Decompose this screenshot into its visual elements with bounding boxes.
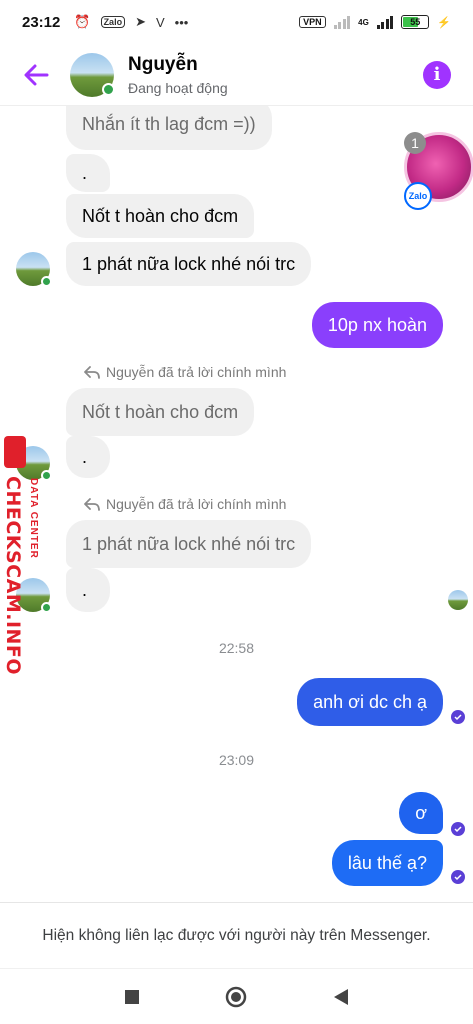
square-icon: [125, 989, 140, 1004]
reply-indicator-text: Nguyễn đã trả lời chính mình: [106, 496, 287, 512]
message-bubble-outgoing[interactable]: 10p nx hoàn: [311, 302, 443, 348]
message-bubble-outgoing[interactable]: ơ: [399, 792, 443, 834]
system-navigation-bar: [0, 968, 473, 1024]
message-bubble-incoming[interactable]: .: [66, 154, 110, 192]
messenger-screen: 23:12 ⏰ Zalo ➤ V ••• VPN 4G 55 ⚡ Nguyễn …: [0, 0, 473, 1024]
info-icon: i: [433, 64, 441, 85]
floating-chat-head[interactable]: 1 Zalo: [402, 130, 473, 210]
message-bubble-incoming[interactable]: .: [66, 568, 110, 612]
back-button[interactable]: [16, 55, 56, 95]
quoted-message[interactable]: Nốt t hoàn cho đcm: [66, 388, 255, 436]
read-receipt-avatar: [448, 590, 468, 610]
contact-avatar[interactable]: [70, 52, 115, 97]
contact-name[interactable]: Nguyễn: [128, 54, 228, 76]
message-text: ơ: [415, 802, 427, 823]
status-bar: 23:12 ⏰ Zalo ➤ V ••• VPN 4G 55 ⚡: [0, 0, 473, 44]
message-text: Nhắn ít th lag đcm =)): [82, 113, 256, 134]
battery-level: 55: [410, 17, 421, 27]
triangle-back-icon: [333, 988, 348, 1005]
reply-indicator-text: Nguyễn đã trả lời chính mình: [106, 364, 287, 380]
conversation-header: Nguyễn Đang hoạt động i: [0, 44, 473, 106]
charging-icon: ⚡: [437, 16, 451, 29]
message-text: anh ơi dc ch ạ: [313, 691, 427, 712]
battery-icon: 55: [401, 15, 430, 29]
notification-icons: ⏰ Zalo ➤ V •••: [74, 14, 188, 30]
unavailable-notice-text: Hiện không liên lạc được với người này t…: [42, 927, 431, 944]
timestamp: 23:09: [218, 752, 255, 768]
message-bubble-incoming[interactable]: Nhắn ít th lag đcm =)): [66, 106, 272, 150]
watermark: CHECKSCAM.INFO DATA CENTER: [0, 436, 54, 675]
vpn-icon: VPN: [299, 16, 326, 28]
reply-indicator: Nguyễn đã trả lời chính mình: [84, 496, 286, 512]
vnexpress-icon: V: [155, 14, 165, 30]
message-text: 10p nx hoàn: [327, 314, 427, 335]
online-indicator: [102, 82, 115, 96]
message-text: lâu thế ạ?: [347, 852, 427, 873]
delivered-check-icon: [451, 870, 465, 884]
chat-head-count: 1: [404, 132, 426, 154]
message-bubble-incoming[interactable]: .: [66, 436, 110, 478]
message-bubble-incoming[interactable]: 1 phát nữa lock nhé nói trc: [66, 242, 312, 286]
message-bubble-incoming[interactable]: Nốt t hoàn cho đcm: [66, 194, 255, 238]
message-text: .: [82, 446, 88, 467]
message-bubble-outgoing[interactable]: anh ơi dc ch ạ: [297, 678, 443, 726]
watermark-sub-text: DATA CENTER: [28, 478, 39, 559]
back-nav-button[interactable]: [321, 977, 361, 1017]
zalo-badge-icon: Zalo: [404, 182, 432, 210]
unavailable-notice: Hiện không liên lạc được với người này t…: [0, 902, 473, 968]
message-text: .: [82, 579, 88, 600]
delivered-check-icon: [451, 710, 465, 724]
home-circle-icon: [226, 986, 247, 1007]
message-text: 1 phát nữa lock nhé nói trc: [82, 253, 296, 274]
reply-indicator: Nguyễn đã trả lời chính mình: [84, 364, 286, 380]
lock-logo-icon: [4, 436, 26, 468]
more-notifications-icon: •••: [174, 14, 189, 30]
watermark-main-text: CHECKSCAM.INFO: [2, 476, 24, 676]
home-button[interactable]: [216, 977, 256, 1017]
network-type: 4G: [358, 17, 369, 27]
contact-status: Đang hoạt động: [128, 79, 228, 96]
status-time: 23:12: [22, 13, 61, 31]
online-indicator: [41, 276, 52, 287]
recents-button[interactable]: [112, 977, 152, 1017]
delivered-check-icon: [451, 822, 465, 836]
message-text: Nốt t hoàn cho đcm: [82, 205, 239, 226]
message-text: .: [82, 162, 88, 183]
signal-sim2-icon: [376, 15, 394, 29]
back-arrow-icon: [24, 64, 49, 85]
message-bubble-outgoing[interactable]: lâu thế ạ?: [331, 840, 443, 886]
sender-avatar[interactable]: [16, 252, 52, 287]
quoted-message[interactable]: 1 phát nữa lock nhé nói trc: [66, 520, 312, 568]
signal-sim1-icon: [333, 15, 351, 29]
zalo-notification-icon: Zalo: [100, 16, 126, 28]
reply-icon: [84, 498, 100, 511]
reply-icon: [84, 366, 100, 379]
info-button[interactable]: i: [423, 60, 451, 89]
message-text: Nốt t hoàn cho đcm: [82, 401, 239, 422]
muted-alarm-icon: ⏰: [74, 14, 91, 29]
timestamp: 22:58: [218, 640, 255, 656]
message-text: 1 phát nữa lock nhé nói trc: [82, 533, 296, 554]
message-list[interactable]: Nhắn ít th lag đcm =)) . Nốt t hoàn cho …: [0, 106, 473, 902]
telegram-icon: ➤: [135, 14, 146, 29]
